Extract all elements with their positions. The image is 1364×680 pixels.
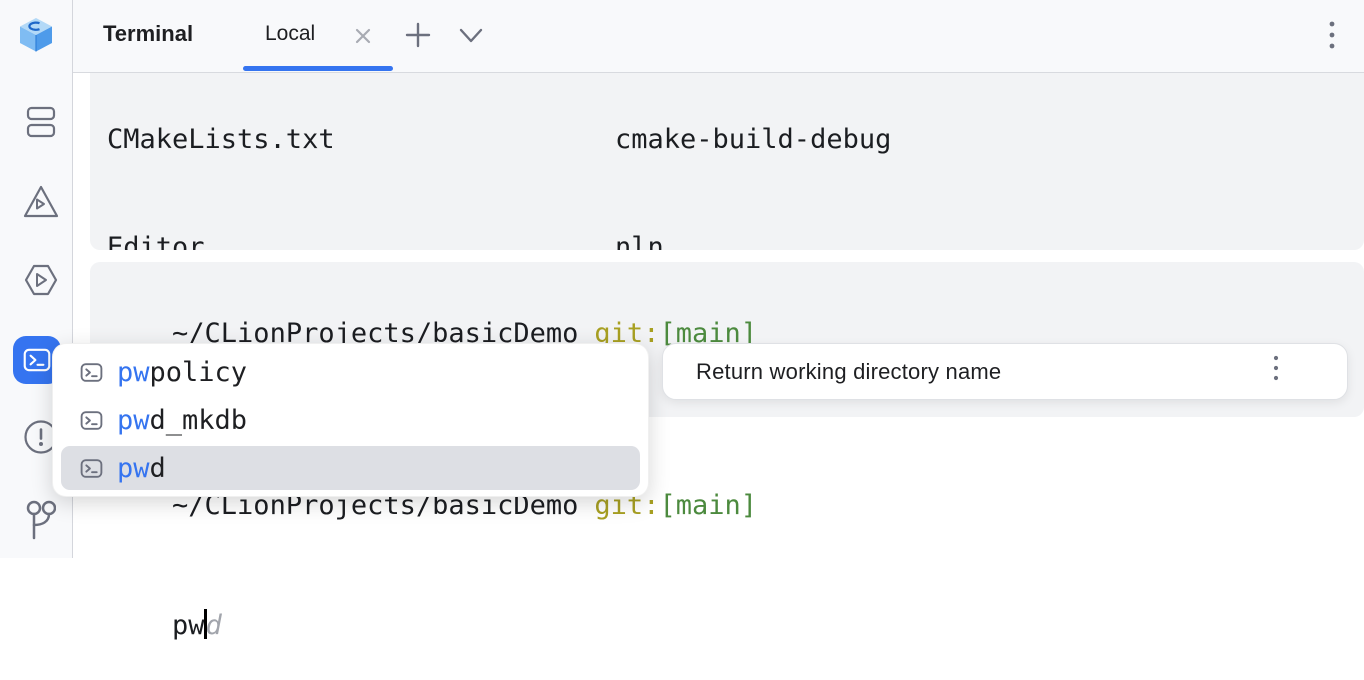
hexagon-play-icon	[24, 264, 58, 296]
doc-tooltip-text: Return working directory name	[696, 358, 1002, 384]
clion-logo-icon	[20, 18, 52, 52]
completion-item-pwd_mkdb[interactable]: pwd_mkdb	[61, 396, 640, 444]
sidebar-item-panels[interactable]	[23, 104, 59, 140]
terminal-command-icon	[80, 410, 103, 430]
sidebar-item-profiler[interactable]	[23, 184, 59, 220]
completion-doc-tooltip: Return working directory name	[662, 343, 1348, 400]
toolwindow-title: Terminal	[103, 21, 194, 46]
terminal-command-icon	[80, 458, 103, 478]
git-branch-icon	[26, 500, 56, 540]
new-session-button[interactable]	[403, 20, 433, 55]
kebab-menu-icon	[1329, 21, 1335, 49]
stacked-panels-icon	[26, 106, 56, 138]
dir-listing-row: Editor nln	[107, 232, 664, 250]
completion-item-pwd[interactable]: pwd	[61, 446, 640, 490]
triangle-play-icon	[23, 185, 59, 218]
terminal-icon	[23, 348, 51, 372]
doc-tooltip-menu-button[interactable]	[1271, 353, 1281, 390]
sidebar-item-version-control[interactable]	[23, 498, 59, 544]
command-input-line[interactable]: pwd	[107, 572, 757, 680]
toolwindow-options-button[interactable]	[1326, 18, 1338, 59]
tab-close-button[interactable]	[352, 25, 374, 52]
dir-listing-row-clipped: CMakeLists.txt cmake-build-debug	[107, 124, 892, 155]
close-icon	[355, 28, 371, 44]
typed-text: pw	[172, 610, 205, 641]
terminal-toolwindow-header: Terminal Local	[73, 0, 1364, 73]
prompt-git-branch: [main]	[659, 490, 757, 521]
inline-completion-ghost-text: d	[205, 610, 222, 641]
tab-local[interactable]: Local	[265, 22, 315, 46]
terminal-output-block[interactable]: CMakeLists.txt cmake-build-debug Editor nl…	[90, 73, 1364, 250]
clion-logo[interactable]	[16, 15, 56, 55]
kebab-menu-icon	[1273, 355, 1279, 381]
new-session-dropdown-button[interactable]	[456, 25, 486, 52]
chevron-down-icon	[459, 28, 483, 43]
terminal-command-icon	[80, 362, 103, 382]
completion-popup: pwpolicy pwd_mkdb pwd	[52, 343, 649, 497]
completion-item-pwpolicy[interactable]: pwpolicy	[61, 348, 640, 396]
active-tab-indicator	[243, 66, 393, 71]
plus-icon	[405, 22, 431, 48]
sidebar-item-services[interactable]	[23, 262, 59, 298]
